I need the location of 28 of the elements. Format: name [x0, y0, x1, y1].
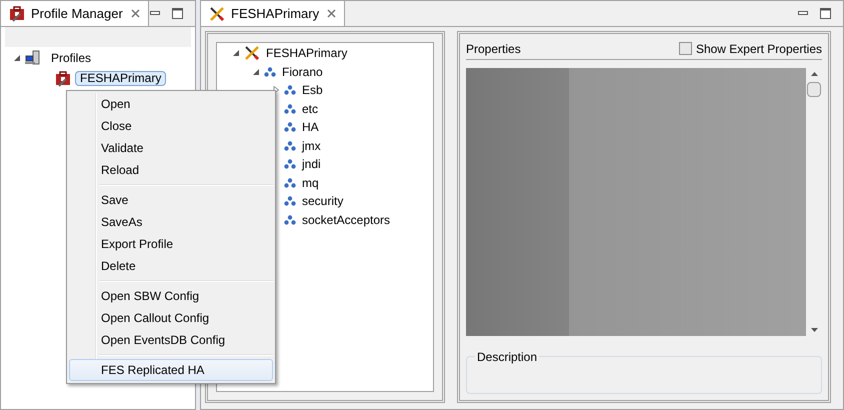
tree-item[interactable]: FESHAPrimary: [266, 44, 348, 62]
tree-item[interactable]: security: [302, 192, 344, 210]
menu-item[interactable]: Export Profile: [69, 233, 273, 255]
menu-item[interactable]: Validate: [69, 137, 273, 159]
menu-item[interactable]: Open: [69, 93, 273, 115]
editor-tab[interactable]: FESHAPrimary: [201, 1, 346, 26]
menu-item[interactable]: Open SBW Config: [69, 285, 273, 307]
menu-item[interactable]: Open EventsDB Config: [69, 329, 273, 351]
checkbox-label[interactable]: Show Expert Properties: [696, 40, 822, 58]
menu-item[interactable]: Open Callout Config: [69, 307, 273, 329]
properties-title: Properties: [466, 40, 521, 58]
tree-item[interactable]: jndi: [302, 155, 321, 174]
menu-item[interactable]: Close: [69, 115, 273, 137]
tree-item[interactable]: mq: [302, 174, 319, 192]
tree-item[interactable]: etc: [302, 100, 318, 118]
menu-item[interactable]: SaveAs: [69, 211, 273, 233]
tree-item[interactable]: socketAcceptors: [302, 210, 390, 229]
menu-item[interactable]: Reload: [69, 159, 273, 181]
menu-item[interactable]: Delete: [69, 255, 273, 277]
tree-item[interactable]: FESHAPrimary: [75, 71, 166, 86]
tree-item[interactable]: jmx: [302, 136, 321, 155]
view-tab[interactable]: Profile Manager: [1, 1, 149, 26]
menu-item[interactable]: FES Replicated HA: [69, 359, 273, 381]
menu-item[interactable]: Save: [69, 189, 273, 211]
tree-item[interactable]: Fiorano: [282, 62, 323, 81]
tree-item[interactable]: HA: [302, 118, 319, 136]
tree-item[interactable]: Esb: [302, 81, 323, 100]
tree-item[interactable]: Profiles: [51, 48, 92, 66]
